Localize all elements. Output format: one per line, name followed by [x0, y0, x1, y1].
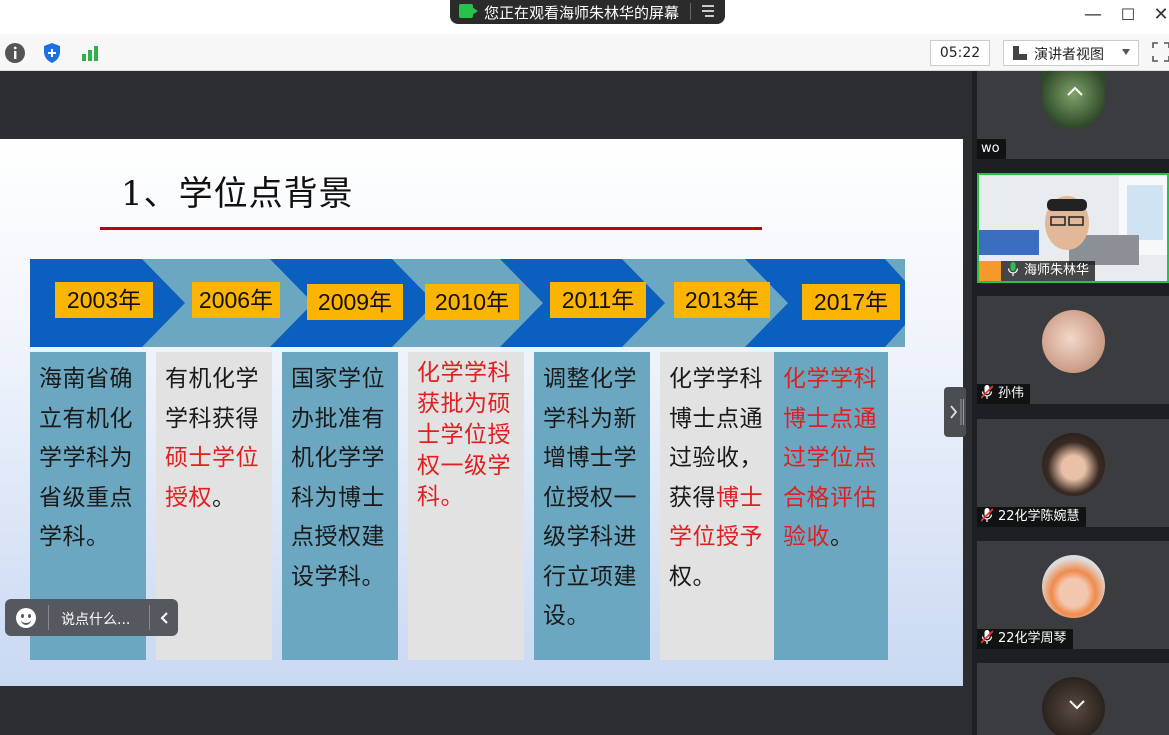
participant-video-tile[interactable]: 海师朱林华 [977, 173, 1169, 283]
mic-muted-icon [981, 508, 993, 522]
menu-icon[interactable] [701, 4, 715, 18]
chevron-down-icon[interactable] [1065, 697, 1089, 713]
participant-name: 22化学陈婉慧 [998, 509, 1080, 524]
participant-name: 孙伟 [998, 386, 1025, 401]
emoji-icon[interactable] [16, 608, 36, 628]
participant-tile[interactable]: wo [977, 71, 1169, 159]
share-banner-text: 您正在观看海师朱林华的屏幕 [484, 4, 680, 22]
description-text: 权。 [669, 563, 716, 590]
timeline-description: 国家学位办批准有机化学学科为博士点授权建设学科。 [282, 352, 398, 660]
chat-placeholder[interactable]: 说点什么... [61, 609, 130, 629]
participant-name: wo [977, 139, 1006, 159]
mic-icon [1007, 262, 1019, 276]
avatar [1042, 310, 1105, 373]
participant-name-bar: 22化学周琴 [977, 629, 1073, 649]
participant-tile[interactable] [977, 663, 1169, 735]
view-mode-dropdown[interactable]: 演讲者视图 [1003, 40, 1139, 66]
screen-share-banner[interactable]: 您正在观看海师朱林华的屏幕 [450, 0, 725, 24]
year-label: 2010年 [425, 284, 519, 320]
participant-name: 海师朱林华 [1024, 263, 1090, 278]
chevron-up-icon[interactable] [1063, 83, 1087, 99]
highlighted-text: 化学学科获批为硕士学位授权一级学科。 [417, 360, 511, 510]
panel-collapse-handle[interactable] [944, 387, 966, 437]
divider [48, 605, 49, 630]
divider [149, 605, 150, 630]
year-label: 2003年 [55, 282, 153, 318]
meeting-timer: 05:22 [930, 40, 990, 66]
info-icon[interactable] [3, 41, 27, 65]
title-bar: 您正在观看海师朱林华的屏幕 — ☐ ✕ [0, 0, 1169, 34]
description-text: 海南省确立有机化学学科为省级重点学科。 [39, 366, 133, 550]
chat-input-pill[interactable]: 说点什么... [5, 599, 178, 636]
chevron-down-icon [1122, 49, 1130, 55]
description-text: 有机化学学科获得 [165, 366, 259, 432]
participant-name-bar: 孙伟 [977, 384, 1031, 404]
signal-strength-icon[interactable] [78, 41, 102, 65]
avatar [1042, 71, 1105, 129]
highlighted-text: 化学学科博士点通过学位点合格评估验收 [783, 366, 877, 550]
timeline-description: 化学学科博士点通过验收，获得博士学位授予权。 [660, 352, 776, 660]
year-label: 2017年 [802, 284, 900, 320]
participant-name-bar: 海师朱林华 [979, 261, 1096, 281]
participant-tile[interactable]: 22化学周琴 [977, 541, 1169, 649]
minimize-button[interactable]: — [1082, 4, 1104, 26]
description-text: 。 [830, 524, 854, 550]
divider [690, 3, 691, 20]
avatar [1042, 555, 1105, 618]
mic-muted-icon [981, 630, 993, 644]
description-text: 调整化学学科为新增博士学位授权一级学科进行立项建设。 [543, 366, 637, 629]
year-label: 2006年 [192, 282, 280, 318]
layout-icon [1013, 46, 1027, 60]
meeting-toolbar: 05:22 演讲者视图 [0, 34, 1169, 71]
maximize-button[interactable]: ☐ [1117, 4, 1139, 26]
year-label: 2013年 [674, 282, 770, 318]
chevron-right-icon [950, 399, 964, 425]
mic-muted-icon [981, 385, 993, 399]
close-button[interactable]: ✕ [1150, 4, 1169, 26]
participant-name-bar: 22化学陈婉慧 [977, 507, 1086, 527]
description-text: 国家学位办批准有机化学学科为博士点授权建设学科。 [291, 366, 385, 590]
year-label: 2011年 [550, 282, 646, 318]
camera-icon [459, 4, 478, 18]
chevron-left-icon[interactable] [157, 610, 173, 626]
fullscreen-icon[interactable] [1152, 42, 1169, 62]
host-icon [979, 261, 1001, 281]
year-label: 2009年 [307, 284, 403, 320]
view-mode-label: 演讲者视图 [1034, 47, 1104, 63]
description-text: 。 [212, 484, 236, 511]
participant-panel: wo 海师朱林华 孙伟 22化学陈婉慧 22化学周琴 [972, 71, 1169, 735]
timeline-description: 化学学科获批为硕士学位授权一级学科。 [408, 352, 524, 660]
timeline-description: 调整化学学科为新增博士学位授权一级学科进行立项建设。 [534, 352, 650, 660]
slide-title: 1、学位点背景 [121, 174, 354, 214]
title-underline [100, 227, 762, 230]
security-shield-icon[interactable] [40, 41, 64, 65]
timeline-description: 化学学科博士点通过学位点合格评估验收。 [774, 352, 888, 660]
participant-name: 22化学周琴 [998, 631, 1067, 646]
participant-tile[interactable]: 22化学陈婉慧 [977, 419, 1169, 527]
avatar [1042, 433, 1105, 496]
participant-tile[interactable]: 孙伟 [977, 296, 1169, 404]
